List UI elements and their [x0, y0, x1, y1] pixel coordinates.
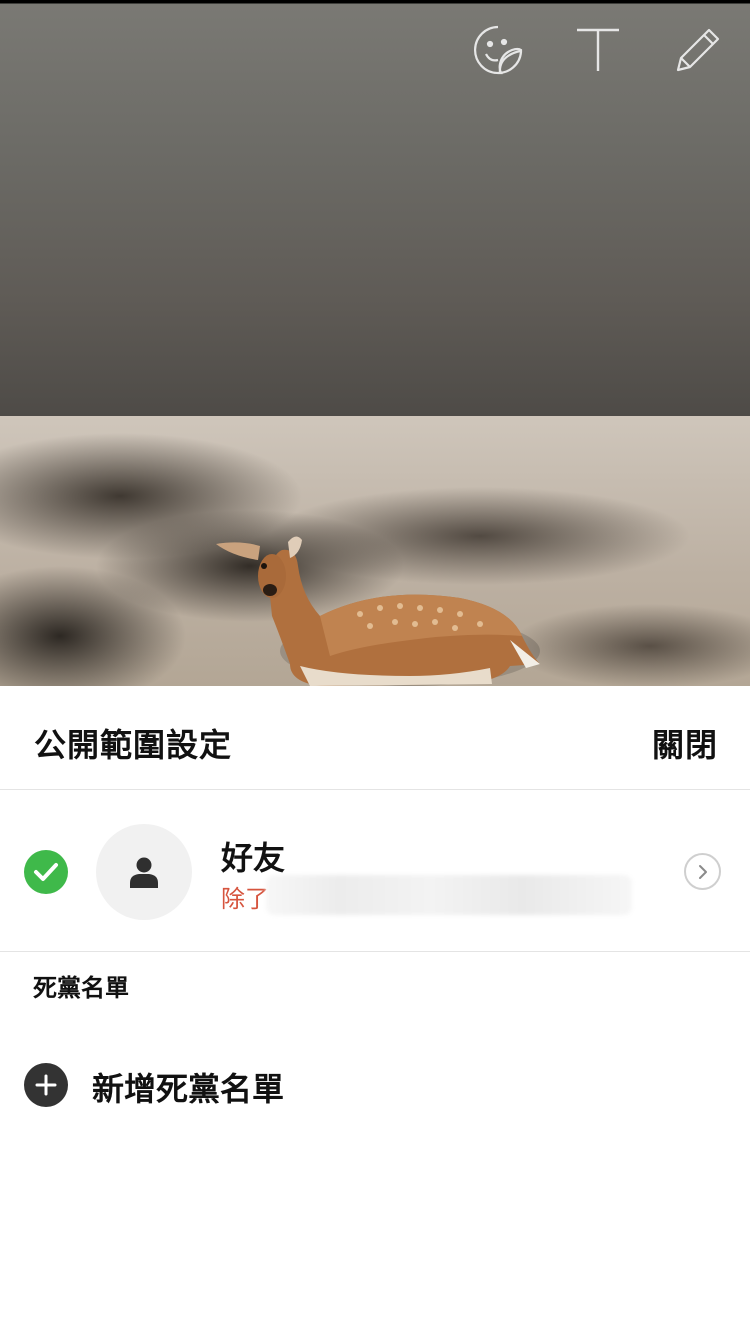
- photo-preview: [0, 0, 750, 686]
- sheet-title: 公開範圍設定: [34, 726, 233, 764]
- add-blacklist-label: 新增死黨名單: [92, 1070, 285, 1108]
- sticker-icon[interactable]: [472, 24, 524, 76]
- audience-option-friends[interactable]: 好友 除了: [0, 791, 750, 952]
- chevron-right-icon[interactable]: [684, 853, 721, 890]
- avatar: [96, 824, 192, 920]
- plus-icon: [24, 1063, 68, 1107]
- person-icon: [130, 857, 158, 888]
- section-title-blacklist: 死黨名單: [33, 974, 129, 1002]
- audience-exception-prefix: 除了: [221, 885, 269, 913]
- redacted-names: [266, 875, 632, 915]
- sheet-header: 公開範圍設定 關閉: [0, 686, 750, 790]
- pencil-icon[interactable]: [672, 24, 724, 76]
- audience-label: 好友: [221, 839, 286, 877]
- check-icon[interactable]: [24, 850, 68, 894]
- deer-image: [216, 536, 540, 686]
- add-blacklist-button[interactable]: 新增死黨名單: [0, 1050, 750, 1120]
- close-button[interactable]: 關閉: [652, 720, 718, 766]
- text-icon[interactable]: [572, 24, 624, 76]
